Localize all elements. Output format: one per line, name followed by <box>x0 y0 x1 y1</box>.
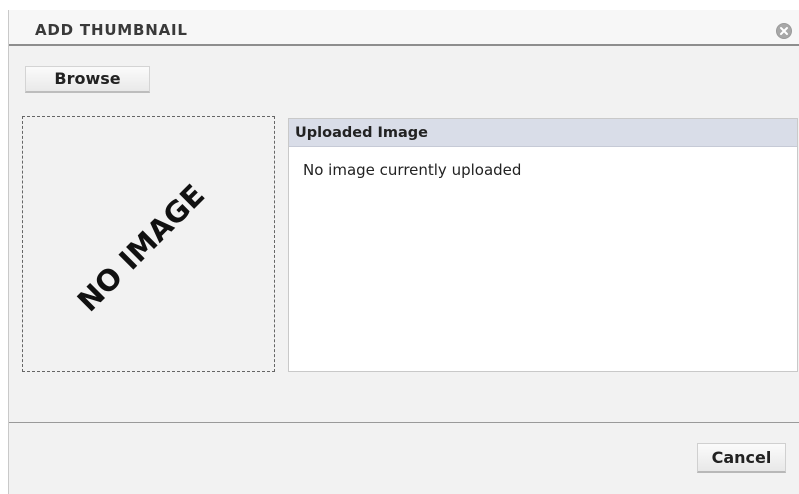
thumbnail-preview: NO IMAGE <box>22 116 275 372</box>
dialog-title: ADD THUMBNAIL <box>35 21 188 39</box>
cancel-button[interactable]: Cancel <box>697 443 786 473</box>
uploaded-image-status: No image currently uploaded <box>303 161 522 179</box>
uploaded-image-panel: Uploaded Image No image currently upload… <box>288 118 798 372</box>
browse-button[interactable]: Browse <box>25 66 150 93</box>
uploaded-image-title: Uploaded Image <box>295 125 429 141</box>
footer-divider <box>9 422 799 423</box>
no-image-text: NO IMAGE <box>71 178 212 319</box>
no-image-placeholder: NO IMAGE <box>71 178 212 319</box>
dialog-titlebar: ADD THUMBNAIL <box>9 10 799 46</box>
close-icon[interactable] <box>776 23 792 39</box>
uploaded-image-header: Uploaded Image <box>289 119 797 147</box>
add-thumbnail-dialog: ADD THUMBNAIL Browse NO IMAGE Uploaded I… <box>8 10 799 494</box>
close-icon-glyph <box>780 27 788 35</box>
